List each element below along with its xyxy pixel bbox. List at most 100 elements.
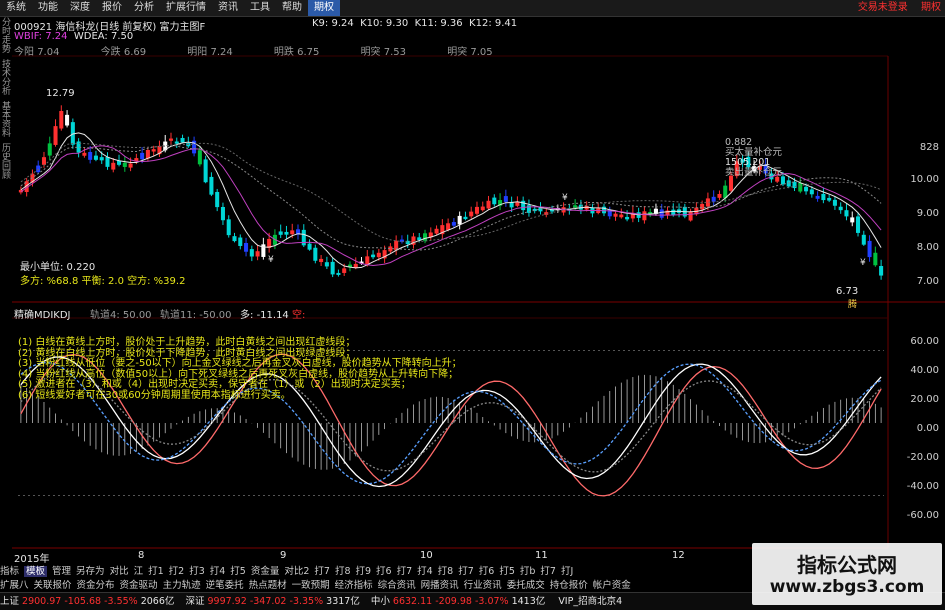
tab-consensus[interactable]: 一致预期 xyxy=(292,580,330,591)
candle xyxy=(879,259,884,280)
tab-industry-news[interactable]: 行业资讯 xyxy=(464,580,502,591)
tab-manage[interactable]: 管理 xyxy=(52,566,71,577)
candle xyxy=(330,257,335,278)
tab-position-quote[interactable]: 持仓报价 xyxy=(550,580,588,591)
sh-index-change: -105.68 xyxy=(64,596,102,607)
candle xyxy=(503,189,508,207)
sh-index-label: 上证 xyxy=(0,596,20,607)
tab-t5b[interactable]: 打5 xyxy=(499,566,515,577)
candle xyxy=(180,134,185,144)
tab-t7d[interactable]: 打7 xyxy=(540,566,556,577)
candle xyxy=(688,208,693,222)
indicator-name[interactable]: 精确MDIKDJ xyxy=(14,306,70,321)
tab-fund-volume[interactable]: 资金量 xyxy=(251,566,280,577)
tab-t5[interactable]: 打5 xyxy=(230,566,246,577)
tab-t8b[interactable]: 打8 xyxy=(438,566,454,577)
template-tabs: 指标 模板 管理 另存为 对比江打1 打2 打3 打4 打5 资金量 对比2 打7 打8 打9 打6 打7 打4… xyxy=(0,563,578,577)
tab-template[interactable]: 模板 xyxy=(24,566,48,577)
price-axis-label-8: 8.00 xyxy=(916,242,939,253)
tab-t2[interactable]: 打2 xyxy=(169,566,185,577)
tab-fund-distribution[interactable]: 资金分布 xyxy=(77,580,115,591)
tab-order-fill[interactable]: 委托成交 xyxy=(507,580,545,591)
tab-t4[interactable]: 打4 xyxy=(210,566,226,577)
tab-t7[interactable]: 打7 xyxy=(314,566,330,577)
candle xyxy=(457,211,462,230)
candle xyxy=(613,210,618,221)
price-axis-label-10: 10.00 xyxy=(910,174,939,185)
candle xyxy=(220,202,225,225)
candle xyxy=(717,190,722,201)
sh-index-value: 2900.97 xyxy=(22,596,62,607)
tab-compare2[interactable]: 对比2 xyxy=(284,566,309,577)
candle xyxy=(174,137,179,149)
candle xyxy=(209,172,214,197)
candle xyxy=(111,158,116,173)
candle xyxy=(440,219,445,239)
tab-related-quote[interactable]: 关联报价 xyxy=(34,580,72,591)
tab-indicator[interactable]: 指标 xyxy=(0,566,19,577)
min-unit-label: 最小单位: 0.220 xyxy=(20,262,96,273)
tab-compare[interactable]: 对比 xyxy=(110,566,129,577)
indicator-param-2: 轨道11: -50.00 xyxy=(160,310,232,321)
tab-t7b[interactable]: 打7 xyxy=(397,566,413,577)
candle xyxy=(203,155,208,184)
candle xyxy=(394,235,399,256)
function-tabs: 扩展八 关联报价 资金分布 资金驱动 主力轨迹 逆笔委托 热点题材 一致预期 经济指标 综合资讯网… xyxy=(0,577,636,591)
indicator-values: 多: -11.14 空: xyxy=(240,306,305,321)
tab-save-as[interactable]: 另存为 xyxy=(76,566,105,577)
chart-canvas[interactable] xyxy=(0,0,945,609)
tab-t6b[interactable]: 打6 xyxy=(479,566,495,577)
candle xyxy=(855,213,861,237)
tab-reverse-order[interactable]: 逆笔委托 xyxy=(206,580,244,591)
candle xyxy=(244,237,249,257)
tab-account-funds[interactable]: 帐户资金 xyxy=(593,580,631,591)
candle xyxy=(827,194,832,203)
tab-t4b[interactable]: 打4 xyxy=(417,566,433,577)
tab-econ-indicator[interactable]: 经济指标 xyxy=(335,580,373,591)
candle xyxy=(821,187,826,204)
tab-tj[interactable]: 打J xyxy=(561,566,573,577)
candle xyxy=(619,208,624,219)
candle xyxy=(47,136,52,161)
note-line-6: (6) 短线爱好者可在30或60分钟周期里使用本指标进行买卖。 xyxy=(18,389,291,401)
candle xyxy=(526,199,531,217)
box-line-4: 卖出量补仓元 xyxy=(725,167,783,178)
candle xyxy=(59,105,64,131)
tab-t7c[interactable]: 打7 xyxy=(458,566,474,577)
tab-t1[interactable]: 打1 xyxy=(148,566,164,577)
time-label-10: 10 xyxy=(420,550,433,561)
tab-hot-topic[interactable]: 热点题材 xyxy=(249,580,287,591)
tab-t3[interactable]: 打3 xyxy=(189,566,205,577)
duo-label: 多: xyxy=(240,310,254,321)
vip-server-label[interactable]: VIP_招商北京4 xyxy=(558,596,622,607)
sz-index-value: 9997.92 xyxy=(207,596,247,607)
candle xyxy=(844,203,849,221)
candle xyxy=(226,215,231,238)
candlestick-series xyxy=(18,105,884,280)
sh-index-pct: -3.55% xyxy=(104,596,138,607)
tab-t9[interactable]: 打9 xyxy=(355,566,371,577)
tab-fund-driven[interactable]: 资金驱动 xyxy=(120,580,158,591)
tab-main-track[interactable]: 主力轨迹 xyxy=(163,580,201,591)
tab-tb[interactable]: 打b xyxy=(520,566,536,577)
candle xyxy=(122,156,127,172)
duo-value: -11.14 xyxy=(256,310,289,321)
tab-general-news[interactable]: 综合资讯 xyxy=(378,580,416,591)
tab-web-news[interactable]: 网播资讯 xyxy=(421,580,459,591)
candle xyxy=(463,211,468,221)
candle xyxy=(428,227,433,241)
candle xyxy=(255,244,260,261)
yen-marker-3: ¥ xyxy=(860,258,866,268)
tab-t8[interactable]: 打8 xyxy=(335,566,351,577)
high-price-label: 12.79 xyxy=(46,88,75,99)
candle xyxy=(665,206,670,219)
indicator-param-1: 轨道4: 50.00 xyxy=(90,310,152,321)
zx-index-label: 中小 xyxy=(370,596,390,607)
tab-jiang[interactable]: 江 xyxy=(134,566,144,577)
tab-ext8[interactable]: 扩展八 xyxy=(0,580,29,591)
candle xyxy=(607,206,612,220)
candle xyxy=(36,160,41,175)
candle xyxy=(65,110,70,128)
tab-t6[interactable]: 打6 xyxy=(376,566,392,577)
candle xyxy=(867,235,872,262)
